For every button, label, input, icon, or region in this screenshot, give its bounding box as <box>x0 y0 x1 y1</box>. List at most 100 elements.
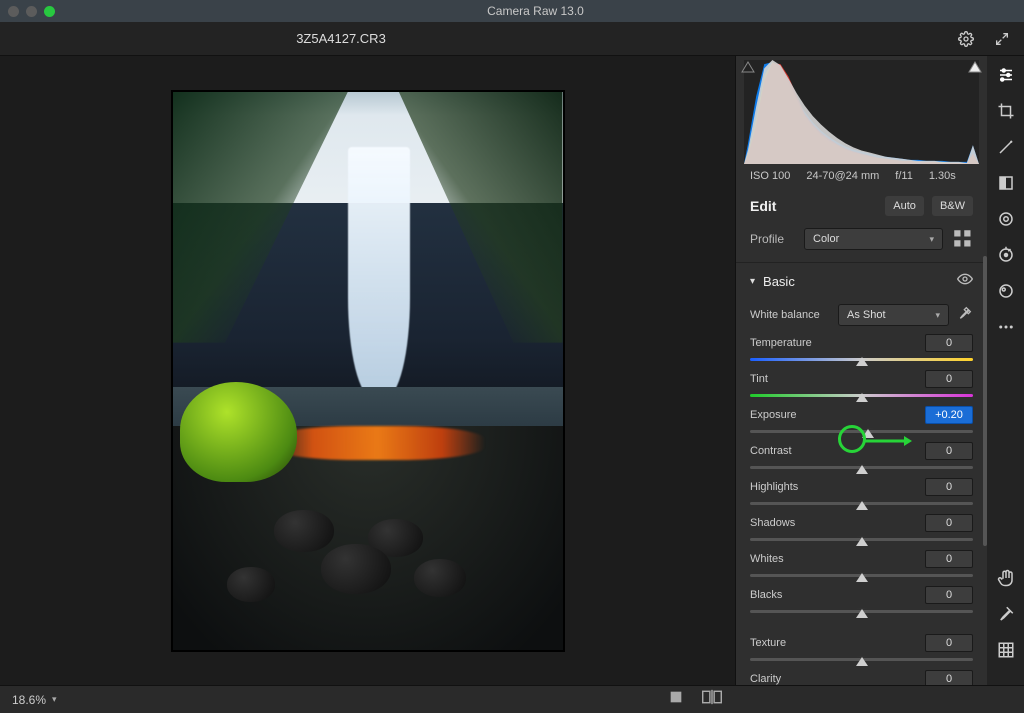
before-after-icon[interactable] <box>702 689 722 710</box>
slider-exposure: Exposure+0.20 <box>736 402 987 438</box>
window-title: Camera Raw 13.0 <box>487 4 584 18</box>
slider-thumb-temperature[interactable] <box>856 356 868 366</box>
edit-sliders-icon[interactable] <box>997 66 1015 84</box>
minimize-window-button[interactable] <box>26 6 37 17</box>
maximize-window-button[interactable] <box>44 6 55 17</box>
slider-track-tint[interactable] <box>750 388 973 402</box>
slider-track-blacks[interactable] <box>750 604 973 618</box>
basic-section-header[interactable]: ▾ Basic <box>736 262 987 300</box>
filename-label: 3Z5A4127.CR3 <box>296 31 386 46</box>
slider-thumb-texture[interactable] <box>856 656 868 666</box>
slider-label-contrast: Contrast <box>750 445 925 457</box>
slider-highlights: Highlights0 <box>736 474 987 510</box>
preview-image <box>172 91 564 651</box>
basic-title: Basic <box>763 274 949 289</box>
slider-blacks: Blacks0 <box>736 582 987 618</box>
slider-label-exposure: Exposure <box>750 409 925 421</box>
slider-label-temperature: Temperature <box>750 337 925 349</box>
wb-select[interactable]: As Shot ▾ <box>838 304 949 326</box>
shadow-clipping-icon[interactable] <box>740 60 756 74</box>
slider-track-highlights[interactable] <box>750 496 973 510</box>
close-window-button[interactable] <box>8 6 19 17</box>
profile-browser-icon[interactable] <box>953 229 973 249</box>
wb-label: White balance <box>750 309 830 321</box>
slider-label-highlights: Highlights <box>750 481 925 493</box>
eyedropper-icon[interactable] <box>957 305 973 326</box>
window-controls <box>8 6 55 17</box>
zoom-select[interactable]: 18.6% ▾ <box>12 693 57 707</box>
profile-row: Profile Color ▾ <box>736 224 987 262</box>
slider-label-texture: Texture <box>750 637 925 649</box>
profile-label: Profile <box>750 232 794 246</box>
slider-thumb-contrast[interactable] <box>856 464 868 474</box>
slider-temperature: Temperature0 <box>736 330 987 366</box>
radial-filter-icon[interactable] <box>997 210 1015 228</box>
masking-icon[interactable] <box>997 174 1015 192</box>
slider-track-exposure[interactable] <box>750 424 973 438</box>
profile-value: Color <box>813 233 839 245</box>
fullscreen-icon[interactable] <box>994 31 1010 47</box>
slider-value-blacks[interactable]: 0 <box>925 586 973 604</box>
slider-track-temperature[interactable] <box>750 352 973 366</box>
iso-label: ISO 100 <box>750 170 790 182</box>
shutter-label: 1.30s <box>929 170 956 182</box>
presets-icon[interactable] <box>997 282 1015 300</box>
slider-value-clarity[interactable]: 0 <box>925 670 973 685</box>
slider-value-exposure[interactable]: +0.20 <box>925 406 973 424</box>
zoom-value: 18.6% <box>12 693 46 707</box>
slider-label-shadows: Shadows <box>750 517 925 529</box>
slider-value-shadows[interactable]: 0 <box>925 514 973 532</box>
slider-tint: Tint0 <box>736 366 987 402</box>
wb-value: As Shot <box>847 309 886 321</box>
highlight-clipping-icon[interactable] <box>967 60 983 74</box>
slider-contrast: Contrast0 <box>736 438 987 474</box>
slider-value-temperature[interactable]: 0 <box>925 334 973 352</box>
canvas-area[interactable] <box>0 56 735 685</box>
lens-label: 24-70@24 mm <box>806 170 879 182</box>
bw-button[interactable]: B&W <box>932 196 973 216</box>
chevron-down-icon: ▾ <box>929 234 934 245</box>
redeye-icon[interactable] <box>997 246 1015 264</box>
slider-label-tint: Tint <box>750 373 925 385</box>
slider-clarity: Clarity0 <box>736 666 987 685</box>
heal-brush-icon[interactable] <box>997 138 1015 156</box>
edit-panel: ISO 100 24-70@24 mm f/11 1.30s Edit Auto… <box>735 56 987 685</box>
white-balance-row: White balance As Shot ▾ <box>736 300 987 330</box>
slider-thumb-blacks[interactable] <box>856 608 868 618</box>
main-area: ISO 100 24-70@24 mm f/11 1.30s Edit Auto… <box>0 56 1024 685</box>
slider-value-contrast[interactable]: 0 <box>925 442 973 460</box>
chevron-down-icon: ▾ <box>935 310 940 321</box>
slider-texture: Texture0 <box>736 630 987 666</box>
slider-track-texture[interactable] <box>750 652 973 666</box>
crop-icon[interactable] <box>997 102 1015 120</box>
chevron-down-icon: ▾ <box>52 694 57 705</box>
slider-thumb-exposure[interactable] <box>862 428 874 438</box>
slider-thumb-shadows[interactable] <box>856 536 868 546</box>
slider-thumb-whites[interactable] <box>856 572 868 582</box>
profile-select[interactable]: Color ▾ <box>804 228 943 250</box>
slider-shadows: Shadows0 <box>736 510 987 546</box>
visibility-icon[interactable] <box>957 271 973 292</box>
slider-thumb-highlights[interactable] <box>856 500 868 510</box>
histogram[interactable] <box>736 56 987 164</box>
edit-title: Edit <box>750 198 877 214</box>
fit-view-icon[interactable] <box>668 689 684 710</box>
slider-value-texture[interactable]: 0 <box>925 634 973 652</box>
auto-button[interactable]: Auto <box>885 196 924 216</box>
slider-value-highlights[interactable]: 0 <box>925 478 973 496</box>
more-icon[interactable] <box>997 318 1015 336</box>
slider-label-clarity: Clarity <box>750 673 925 685</box>
slider-thumb-tint[interactable] <box>856 392 868 402</box>
slider-label-whites: Whites <box>750 553 925 565</box>
slider-track-shadows[interactable] <box>750 532 973 546</box>
slider-value-tint[interactable]: 0 <box>925 370 973 388</box>
grid-icon[interactable] <box>997 641 1015 659</box>
toolbar: 3Z5A4127.CR3 <box>0 22 1024 56</box>
color-sampler-icon[interactable] <box>997 605 1015 623</box>
gear-icon[interactable] <box>958 31 974 47</box>
hand-icon[interactable] <box>997 569 1015 587</box>
slider-track-whites[interactable] <box>750 568 973 582</box>
scrollbar[interactable] <box>983 256 987 546</box>
slider-track-contrast[interactable] <box>750 460 973 474</box>
slider-value-whites[interactable]: 0 <box>925 550 973 568</box>
